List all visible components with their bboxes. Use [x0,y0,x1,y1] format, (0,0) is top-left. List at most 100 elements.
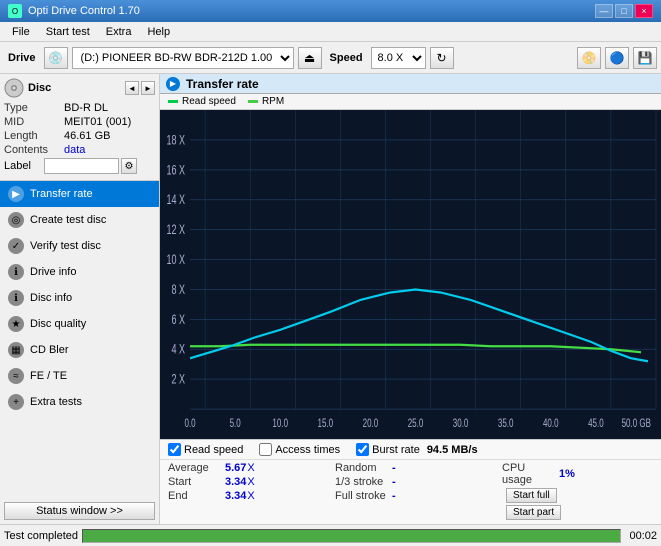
disc-action-btn2[interactable]: 🔵 [605,47,629,69]
access-times-check-input[interactable] [259,443,272,456]
nav-verify-test-disc-label: Verify test disc [30,240,101,252]
legend-read-speed: Read speed [168,96,236,107]
nav-verify-test-disc[interactable]: ✓ Verify test disc [0,233,159,259]
menu-help[interactable]: Help [139,24,178,40]
nav-transfer-rate-label: Transfer rate [30,188,93,200]
disc-prev-btn[interactable]: ◄ [125,81,139,95]
nav-extra-tests[interactable]: + Extra tests [0,389,159,415]
svg-text:2 X: 2 X [172,373,186,387]
end-value: 3.34 [225,490,246,502]
app-icon: O [8,4,22,18]
disc-info-icon: ℹ [8,290,24,306]
chart-legend: Read speed RPM [160,94,661,110]
start-value: 3.34 [225,476,246,488]
burst-rate-check-input[interactable] [356,443,369,456]
full-stroke-label: Full stroke [335,490,390,502]
disc-label-label: Label [4,160,44,172]
save-button[interactable]: 💾 [633,47,657,69]
nav-drive-info[interactable]: ℹ Drive info [0,259,159,285]
random-label: Random [335,462,390,474]
disc-icon [4,78,24,98]
close-button[interactable]: × [635,4,653,18]
disc-type-value: BD-R DL [64,102,108,114]
access-times-checkbox[interactable]: Access times [259,443,340,456]
eject-button[interactable]: ⏏ [298,47,322,69]
maximize-button[interactable]: □ [615,4,633,18]
menu-start-test[interactable]: Start test [38,24,98,40]
titlebar-buttons: — □ × [595,4,653,18]
cd-bler-icon: ▦ [8,342,24,358]
create-test-disc-icon: ◎ [8,212,24,228]
fe-te-icon: ≈ [8,368,24,384]
svg-text:5.0: 5.0 [230,418,241,431]
end-label: End [168,490,223,502]
average-unit: X [247,462,254,474]
disc-action-btn1[interactable]: 📀 [577,47,601,69]
svg-text:50.0 GB: 50.0 GB [622,418,652,431]
disc-title: Disc [28,82,51,94]
end-row: End 3.34 X [168,490,319,502]
status-window-btn[interactable]: Status window >> [4,502,155,520]
disc-quality-icon: ★ [8,316,24,332]
disc-label-input[interactable] [44,158,119,174]
nav-disc-info[interactable]: ℹ Disc info [0,285,159,311]
speed-select[interactable]: 8.0 X [371,47,426,69]
svg-text:40.0: 40.0 [543,418,559,431]
disc-section: Disc ◄ ► Type BD-R DL MID MEIT01 (001) L… [0,74,159,181]
disc-label-btn[interactable]: ⚙ [121,158,137,174]
random-row: Random - [335,462,486,474]
nav-disc-quality-label: Disc quality [30,318,86,330]
verify-test-disc-icon: ✓ [8,238,24,254]
speed-label: Speed [326,52,367,64]
svg-text:15.0: 15.0 [318,418,334,431]
disc-type-label: Type [4,102,64,114]
nav-transfer-rate[interactable]: ▶ Transfer rate [0,181,159,207]
nav-create-test-disc[interactable]: ◎ Create test disc [0,207,159,233]
stats-rows: Average 5.67 X Start 3.34 X End 3.34 X [160,460,661,524]
burst-rate-checkbox[interactable]: Burst rate 94.5 MB/s [356,443,477,456]
nav-cd-bler[interactable]: ▦ CD Bler [0,337,159,363]
menu-extra[interactable]: Extra [98,24,140,40]
disc-mid-value: MEIT01 (001) [64,116,131,128]
nav-disc-quality[interactable]: ★ Disc quality [0,311,159,337]
full-stroke-value: - [392,490,396,502]
drive-icon-btn[interactable]: 💿 [44,47,68,69]
stats-col-3: CPU usage 1% Start full Start part [494,460,661,524]
disc-length-row: Length 46.61 GB [4,130,155,142]
burst-rate-value: 94.5 MB/s [427,444,478,456]
read-speed-checkbox[interactable]: Read speed [168,443,243,456]
titlebar: O Opti Drive Control 1.70 — □ × [0,0,661,22]
svg-text:14 X: 14 X [167,194,186,208]
drive-select[interactable]: (D:) PIONEER BD-RW BDR-212D 1.00 [72,47,294,69]
svg-text:45.0: 45.0 [588,418,604,431]
disc-mid-row: MID MEIT01 (001) [4,116,155,128]
start-part-button[interactable]: Start part [506,505,561,520]
chart-svg: 18 X 16 X 14 X 12 X 10 X 8 X 6 X 4 X 2 X… [160,110,661,439]
menu-file[interactable]: File [4,24,38,40]
disc-next-btn[interactable]: ► [141,81,155,95]
svg-text:12 X: 12 X [167,224,186,238]
stats-col-1: Average 5.67 X Start 3.34 X End 3.34 X [160,460,327,524]
read-speed-check-input[interactable] [168,443,181,456]
start-part-row: Start part [502,505,653,520]
progress-fill [83,530,620,542]
read-speed-check-label: Read speed [184,444,243,456]
start-full-button[interactable]: Start full [506,488,557,503]
rpm-legend-dot [248,100,258,103]
content-header-title: Transfer rate [186,77,259,91]
disc-mid-label: MID [4,116,64,128]
average-row: Average 5.67 X [168,462,319,474]
svg-text:0.0: 0.0 [184,418,195,431]
nav-fe-te[interactable]: ≈ FE / TE [0,363,159,389]
minimize-button[interactable]: — [595,4,613,18]
nav-create-test-disc-label: Create test disc [30,214,106,226]
menubar: File Start test Extra Help [0,22,661,42]
random-value: - [392,462,396,474]
stroke1-value: - [392,476,396,488]
full-stroke-row: Full stroke - [335,490,486,502]
start-label: Start [168,476,223,488]
status-bar: Test completed 00:02 [0,524,661,546]
refresh-button[interactable]: ↻ [430,47,454,69]
nav-extra-tests-label: Extra tests [30,396,82,408]
svg-text:16 X: 16 X [167,164,186,178]
